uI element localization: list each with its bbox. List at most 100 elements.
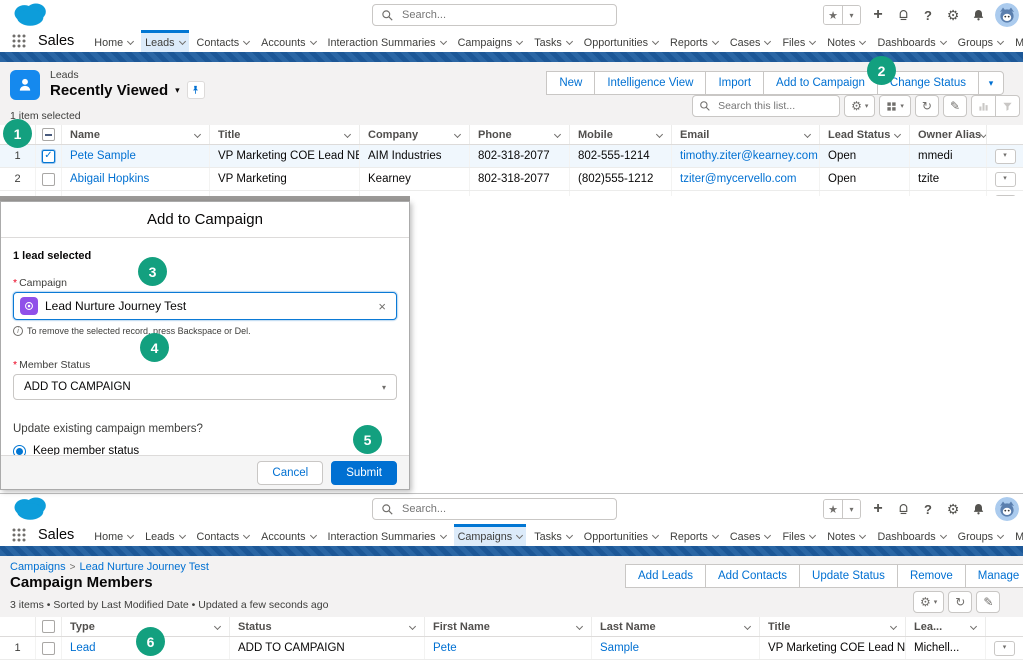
column-header-phone[interactable]: Phone — [470, 125, 570, 144]
list-action-button[interactable]: Import — [705, 71, 764, 95]
list-action-button[interactable]: Change Status — [877, 71, 979, 95]
setup-gear-icon[interactable]: ⚙ — [945, 8, 961, 22]
campaign-lookup-field[interactable]: Lead Nurture Journey Test × — [13, 292, 397, 320]
global-actions-plus-icon[interactable]: + — [870, 7, 886, 23]
column-header-title[interactable]: Title — [210, 125, 360, 144]
help-icon[interactable]: ? — [920, 503, 936, 516]
select-all-checkbox[interactable] — [42, 620, 55, 633]
notifications-bell-icon[interactable] — [970, 502, 986, 516]
column-header-first-name[interactable]: First Name — [425, 617, 592, 636]
nav-tab[interactable]: Interaction Summaries▾ — [324, 30, 450, 52]
user-avatar[interactable] — [995, 497, 1019, 521]
caret-down-icon[interactable]: ▾ — [175, 85, 180, 96]
charts-button[interactable] — [971, 95, 996, 117]
refresh-button[interactable]: ↻ — [948, 591, 972, 613]
nav-tab[interactable]: Notes▾ — [823, 30, 869, 52]
first-name-link[interactable]: Pete — [425, 637, 592, 659]
help-icon[interactable]: ? — [920, 9, 936, 22]
row-checkbox[interactable] — [42, 173, 55, 186]
column-header-owner-alias[interactable]: Owner Alias — [910, 125, 987, 144]
user-avatar[interactable] — [995, 3, 1019, 27]
column-header-type[interactable]: Type — [62, 617, 230, 636]
nav-tab[interactable]: Campaigns▾ — [454, 524, 527, 546]
row-actions-button[interactable]: ▾ — [995, 172, 1016, 187]
list-action-button[interactable]: Add Leads — [625, 564, 706, 588]
list-action-button[interactable]: Manage Campaign Members — [965, 564, 1023, 588]
column-header-mobile[interactable]: Mobile — [570, 125, 672, 144]
email-link[interactable] — [672, 191, 820, 196]
list-settings-gear-button[interactable]: ⚙▾ — [913, 591, 944, 613]
list-view-name[interactable]: Recently Viewed — [50, 82, 168, 99]
member-status-select[interactable]: ADD TO CAMPAIGN ▾ — [13, 374, 397, 400]
list-action-button[interactable]: New — [546, 71, 595, 95]
list-action-button[interactable]: Add Contacts — [705, 564, 800, 588]
global-search-input[interactable] — [400, 502, 580, 516]
nav-tab[interactable]: Dashboards▾ — [873, 524, 949, 546]
breadcrumb-record-link[interactable]: Lead Nurture Journey Test — [79, 561, 208, 573]
filter-button[interactable] — [995, 95, 1020, 117]
nav-tab[interactable]: Reports▾ — [666, 524, 722, 546]
column-header-lead-status[interactable]: Lead Status — [820, 125, 910, 144]
nav-tab[interactable]: Opportunities▾ — [580, 30, 662, 52]
favorites-caret-icon[interactable]: ▾ — [842, 6, 860, 24]
favorites-caret-icon[interactable]: ▾ — [842, 500, 860, 518]
nav-tab[interactable]: Accounts▾ — [257, 524, 319, 546]
list-action-button[interactable]: Intelligence View — [594, 71, 706, 95]
nav-tab[interactable]: Files▾ — [778, 524, 819, 546]
app-launcher-icon[interactable] — [12, 34, 26, 48]
nav-tab[interactable]: Reports▾ — [666, 30, 722, 52]
column-header-last-name[interactable]: Last Name — [592, 617, 760, 636]
list-action-button[interactable]: Remove — [897, 564, 966, 588]
column-header-lead-truncated[interactable]: Lea... — [906, 617, 986, 636]
email-link[interactable]: timothy.ziter@kearney.com — [672, 145, 820, 167]
nav-tab[interactable]: Opportunities▾ — [580, 524, 662, 546]
nav-tab[interactable]: Interaction Summaries▾ — [324, 524, 450, 546]
row-actions-button[interactable]: ▾ — [994, 641, 1015, 656]
nav-tab[interactable]: Groups▾ — [954, 524, 1007, 546]
nav-tab[interactable]: Groups▾ — [954, 30, 1007, 52]
nav-tab[interactable]: Cases▾ — [726, 30, 775, 52]
lead-name-link[interactable]: Pete Sample — [62, 145, 210, 167]
lead-name-link[interactable]: Abigail Hopkins — [62, 168, 210, 190]
nav-tab[interactable]: Tasks▾ — [530, 30, 576, 52]
column-header-title[interactable]: Title — [760, 617, 906, 636]
breadcrumb-campaigns-link[interactable]: Campaigns — [10, 561, 66, 573]
select-all-checkbox[interactable] — [42, 128, 55, 141]
clear-selection-x-icon[interactable]: × — [378, 299, 386, 314]
column-header-status[interactable]: Status — [230, 617, 425, 636]
nav-tab[interactable]: Home▾ — [90, 30, 137, 52]
list-settings-gear-button[interactable]: ⚙▾ — [844, 95, 875, 117]
nav-tab[interactable]: More▾ — [1011, 30, 1023, 52]
row-checkbox[interactable] — [42, 642, 55, 655]
nav-tab[interactable]: Cases▾ — [726, 524, 775, 546]
display-as-button[interactable]: ▾ — [879, 95, 911, 117]
favorites-star-icon[interactable]: ★ — [824, 500, 842, 518]
row-actions-button[interactable]: ▾ — [995, 149, 1016, 164]
guidance-lantern-icon[interactable] — [895, 8, 911, 22]
nav-tab[interactable]: Leads▾ — [141, 30, 188, 52]
nav-tab[interactable]: Campaigns▾ — [454, 30, 527, 52]
nav-tab[interactable]: Home▾ — [90, 524, 137, 546]
row-checkbox[interactable] — [42, 150, 55, 163]
nav-tab[interactable]: Dashboards▾ — [873, 30, 949, 52]
column-header-name[interactable]: Name — [62, 125, 210, 144]
nav-tab[interactable]: Files▾ — [778, 30, 819, 52]
nav-tab[interactable]: Notes▾ — [823, 524, 869, 546]
nav-tab[interactable]: Contacts▾ — [193, 30, 254, 52]
more-actions-caret-button[interactable]: ▾ — [978, 71, 1004, 95]
guidance-lantern-icon[interactable] — [895, 502, 911, 516]
global-search-input[interactable] — [400, 8, 580, 22]
row-actions-button[interactable]: ▾ — [995, 195, 1016, 197]
app-launcher-icon[interactable] — [12, 528, 26, 542]
cancel-button[interactable]: Cancel — [257, 461, 323, 485]
global-actions-plus-icon[interactable]: + — [870, 501, 886, 517]
email-link[interactable]: tziter@mycervello.com — [672, 168, 820, 190]
list-search-input[interactable] — [716, 99, 826, 113]
nav-tab[interactable]: Accounts▾ — [257, 30, 319, 52]
nav-tab[interactable]: More▾ — [1011, 524, 1023, 546]
nav-tab[interactable]: Leads▾ — [141, 524, 188, 546]
refresh-button[interactable]: ↻ — [915, 95, 939, 117]
submit-button[interactable]: Submit — [331, 461, 397, 485]
setup-gear-icon[interactable]: ⚙ — [945, 502, 961, 516]
column-header-email[interactable]: Email — [672, 125, 820, 144]
